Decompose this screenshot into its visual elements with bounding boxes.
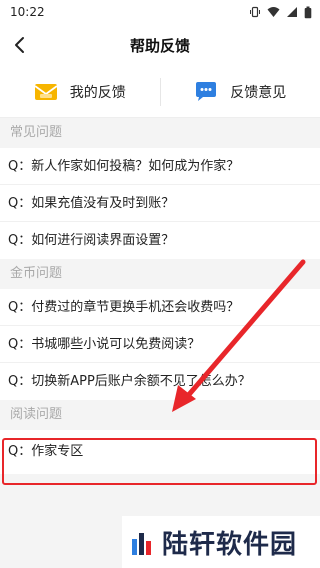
faq-list-reading: Q：作家专区	[0, 430, 320, 474]
faq-item[interactable]: Q：切换新APP后账户余额不见了怎么办？	[0, 363, 320, 400]
back-arrow-icon	[15, 37, 24, 53]
wifi-icon	[267, 7, 280, 17]
section-title-common: 常见问题	[0, 118, 320, 148]
app-header: 帮助反馈	[0, 24, 320, 66]
status-icons	[249, 6, 312, 19]
status-bar: 10:22	[0, 0, 320, 24]
faq-item[interactable]: Q：如果充值没有及时到账？	[0, 185, 320, 222]
chat-bubble-icon	[196, 81, 217, 101]
quick-actions: 我的反馈 反馈意见	[0, 66, 320, 118]
faq-item[interactable]: Q：新人作家如何投稿？如何成为作家？	[0, 148, 320, 185]
envelope-icon	[34, 83, 58, 100]
signal-icon	[287, 7, 297, 17]
watermark-text: 陆轩软件园	[162, 529, 298, 560]
faq-item-writer-zone[interactable]: Q：作家专区	[0, 430, 320, 474]
my-feedback-label: 我的反馈	[69, 84, 126, 101]
faq-list-common: Q：新人作家如何投稿？如何成为作家？ Q：如果充值没有及时到账？ Q：如何进行阅…	[0, 148, 320, 259]
vibrate-icon	[250, 6, 260, 18]
submit-feedback-button[interactable]: 反馈意见	[161, 66, 320, 117]
page-title: 帮助反馈	[129, 36, 190, 55]
watermark-logo-icon	[132, 533, 151, 555]
battery-icon	[304, 6, 312, 18]
faq-item[interactable]: Q：付费过的章节更换手机还会收费吗？	[0, 289, 320, 326]
my-feedback-button[interactable]: 我的反馈	[0, 66, 160, 117]
watermark: 陆轩软件园	[122, 516, 320, 568]
status-time: 10:22	[10, 5, 45, 19]
faq-item[interactable]: Q：如何进行阅读界面设置？	[0, 222, 320, 259]
section-title-reading: 阅读问题	[0, 400, 320, 430]
submit-feedback-label: 反馈意见	[230, 84, 287, 101]
faq-item[interactable]: Q：书城哪些小说可以免费阅读？	[0, 326, 320, 363]
section-title-coins: 金币问题	[0, 259, 320, 289]
faq-list-coins: Q：付费过的章节更换手机还会收费吗？ Q：书城哪些小说可以免费阅读？ Q：切换新…	[0, 289, 320, 400]
back-button[interactable]	[6, 31, 34, 59]
